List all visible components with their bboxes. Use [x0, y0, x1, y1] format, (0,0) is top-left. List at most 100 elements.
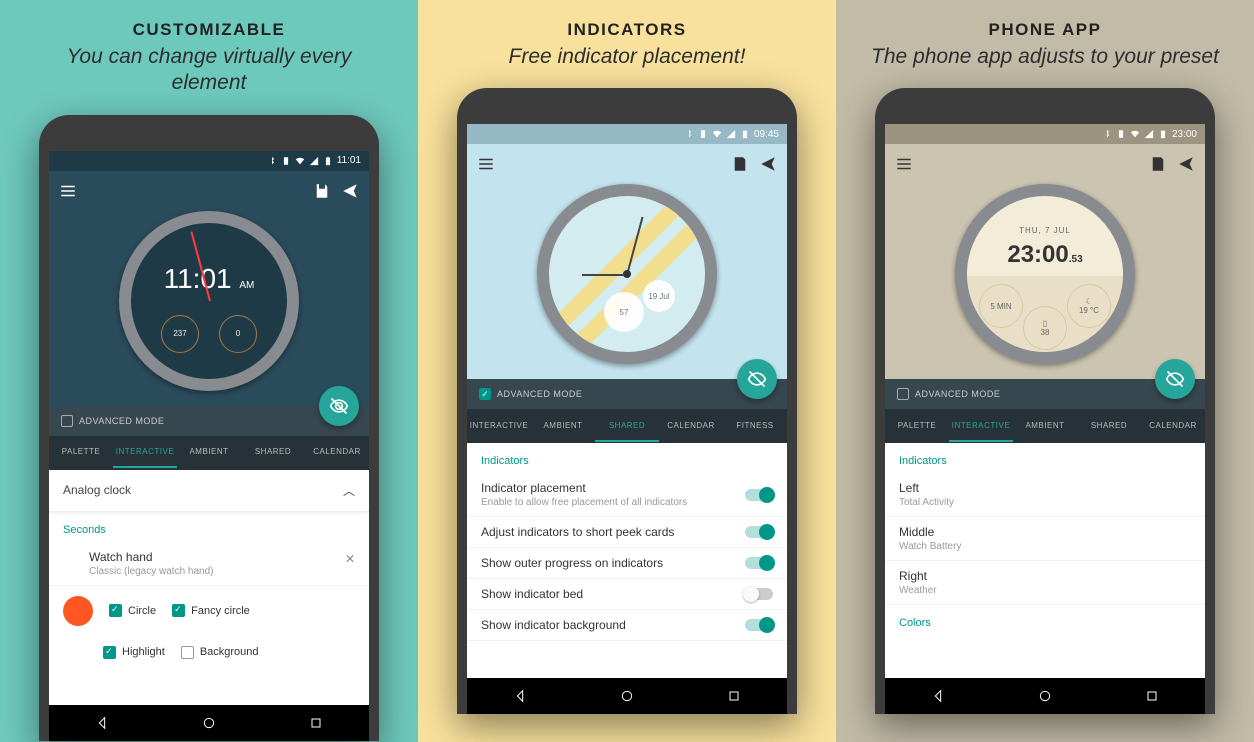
advanced-mode-row: ADVANCED MODE	[49, 406, 369, 436]
app-bar	[49, 171, 369, 211]
switch-icon[interactable]	[745, 526, 773, 538]
app-bar	[467, 144, 787, 184]
promo-panel-customizable: CUSTOMIZABLE You can change virtually ev…	[0, 0, 418, 742]
send-icon[interactable]	[1177, 155, 1195, 173]
tab-interactive[interactable]: INTERACTIVE	[467, 411, 531, 442]
advanced-mode-label: ADVANCED MODE	[497, 389, 582, 399]
checkbox-circle[interactable]: Circle	[109, 604, 156, 617]
checkbox-background[interactable]: Background	[181, 646, 259, 659]
toggle-bg[interactable]: Show indicator background	[467, 610, 787, 641]
nav-bar	[467, 678, 787, 714]
menu-icon[interactable]	[59, 182, 77, 200]
advanced-mode-label: ADVANCED MODE	[915, 389, 1000, 399]
close-icon[interactable]: ✕	[345, 552, 355, 566]
signal-icon	[726, 129, 736, 139]
item-left[interactable]: LeftTotal Activity	[885, 473, 1205, 517]
panel-subtitle: You can change virtually every element	[14, 44, 404, 97]
visibility-fab[interactable]	[737, 359, 777, 399]
expand-header-analog[interactable]: Analog clock ︿	[49, 470, 369, 512]
tab-palette[interactable]: PALETTE	[885, 411, 949, 442]
status-time: 11:01	[337, 155, 361, 166]
advanced-mode-checkbox[interactable]	[897, 388, 909, 400]
wifi-icon	[712, 129, 722, 139]
status-bar: 09:45	[467, 124, 787, 144]
panel-subtitle: Free indicator placement!	[493, 44, 762, 70]
switch-icon[interactable]	[745, 588, 773, 600]
recents-icon[interactable]	[308, 715, 324, 731]
advanced-mode-row: ADVANCED MODE	[885, 379, 1205, 409]
promo-panel-indicators: INDICATORS Free indicator placement! 09:…	[418, 0, 836, 742]
home-icon[interactable]	[619, 688, 635, 704]
home-icon[interactable]	[201, 715, 217, 731]
tab-bar: PALETTE INTERACTIVE AMBIENT SHARED CALEN…	[49, 436, 369, 470]
checkbox-fancy[interactable]: Fancy circle	[172, 604, 250, 617]
vibrate-icon	[1116, 129, 1126, 139]
tab-calendar[interactable]: CALENDAR	[305, 437, 369, 468]
back-icon[interactable]	[930, 688, 946, 704]
send-icon[interactable]	[341, 182, 359, 200]
item-watch-hand[interactable]: Watch hand Classic (legacy watch hand) ✕	[49, 542, 369, 586]
tab-shared[interactable]: SHARED	[595, 411, 659, 442]
color-swatch[interactable]	[63, 596, 93, 626]
tab-interactive[interactable]: INTERACTIVE	[113, 437, 177, 468]
panel-subtitle: The phone app adjusts to your preset	[855, 44, 1235, 70]
toggle-placement[interactable]: Indicator placementEnable to allow free …	[467, 473, 787, 517]
panel-title: CUSTOMIZABLE	[133, 20, 286, 40]
tab-ambient[interactable]: AMBIENT	[177, 437, 241, 468]
recents-icon[interactable]	[726, 688, 742, 704]
checkbox-highlight[interactable]: Highlight	[103, 646, 165, 659]
recents-icon[interactable]	[1144, 688, 1160, 704]
nav-bar	[885, 678, 1205, 714]
status-bar: 23:00	[885, 124, 1205, 144]
nav-bar	[49, 705, 369, 741]
tab-bar: PALETTE INTERACTIVE AMBIENT SHARED CALEN…	[885, 409, 1205, 443]
menu-icon[interactable]	[477, 155, 495, 173]
item-right[interactable]: RightWeather	[885, 561, 1205, 605]
chevron-up-icon: ︿	[343, 482, 355, 499]
item-middle[interactable]: MiddleWatch Battery	[885, 517, 1205, 561]
tab-interactive[interactable]: INTERACTIVE	[949, 411, 1013, 442]
tab-ambient[interactable]: AMBIENT	[531, 411, 595, 442]
visibility-fab[interactable]	[1155, 359, 1195, 399]
visibility-fab[interactable]	[319, 386, 359, 426]
vibrate-icon	[281, 156, 291, 166]
settings-content: Indicators Indicator placementEnable to …	[467, 443, 787, 678]
phone-frame: 09:45 57 19 Jul	[457, 88, 797, 714]
section-indicators: Indicators	[885, 443, 1205, 473]
tab-calendar[interactable]: CALENDAR	[1141, 411, 1205, 442]
menu-icon[interactable]	[895, 155, 913, 173]
panel-title: PHONE APP	[988, 20, 1101, 40]
advanced-mode-checkbox[interactable]	[479, 388, 491, 400]
tab-fitness[interactable]: FITNESS	[723, 411, 787, 442]
save-icon[interactable]	[313, 182, 331, 200]
save-icon[interactable]	[1149, 155, 1167, 173]
save-icon[interactable]	[731, 155, 749, 173]
switch-icon[interactable]	[745, 619, 773, 631]
advanced-mode-checkbox[interactable]	[61, 415, 73, 427]
back-icon[interactable]	[512, 688, 528, 704]
watch-preview: 57 19 Jul	[467, 184, 787, 379]
toggle-outer[interactable]: Show outer progress on indicators	[467, 548, 787, 579]
home-icon[interactable]	[1037, 688, 1053, 704]
tab-palette[interactable]: PALETTE	[49, 437, 113, 468]
bluetooth-icon	[684, 129, 694, 139]
wifi-icon	[1130, 129, 1140, 139]
section-colors: Colors	[885, 605, 1205, 635]
watch-preview: THU, 7 JUL 23:00.53 5 MIN ▯38 ☾19 °C	[885, 184, 1205, 379]
send-icon[interactable]	[759, 155, 777, 173]
tab-shared[interactable]: SHARED	[241, 437, 305, 468]
toggle-peek[interactable]: Adjust indicators to short peek cards	[467, 517, 787, 548]
status-time: 09:45	[754, 129, 779, 140]
settings-content: Indicators LeftTotal Activity MiddleWatc…	[885, 443, 1205, 678]
switch-icon[interactable]	[745, 557, 773, 569]
tab-bar: INTERACTIVE AMBIENT SHARED CALENDAR FITN…	[467, 409, 787, 443]
tab-ambient[interactable]: AMBIENT	[1013, 411, 1077, 442]
tab-calendar[interactable]: CALENDAR	[659, 411, 723, 442]
toggle-bed[interactable]: Show indicator bed	[467, 579, 787, 610]
tab-shared[interactable]: SHARED	[1077, 411, 1141, 442]
promo-panel-phone-app: PHONE APP The phone app adjusts to your …	[836, 0, 1254, 742]
watch-date: THU, 7 JUL	[967, 226, 1123, 235]
back-icon[interactable]	[94, 715, 110, 731]
switch-icon[interactable]	[745, 489, 773, 501]
watch-time: 11:01	[164, 263, 232, 294]
